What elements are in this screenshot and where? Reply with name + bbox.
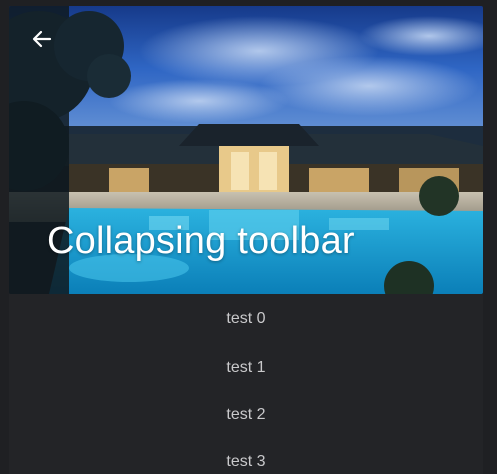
item-list: test 0 test 1 test 2 test 3 [9, 294, 483, 474]
toolbar-title: Collapsing toolbar [47, 220, 355, 262]
arrow-left-icon [32, 30, 52, 48]
list-item[interactable]: test 3 [9, 438, 483, 474]
app-screen: Collapsing toolbar test 0 test 1 test 2 … [0, 0, 497, 474]
list-item[interactable]: test 1 [9, 344, 483, 391]
list-item[interactable]: test 2 [9, 391, 483, 438]
back-button[interactable] [29, 26, 55, 52]
list-item[interactable]: test 0 [9, 294, 483, 344]
